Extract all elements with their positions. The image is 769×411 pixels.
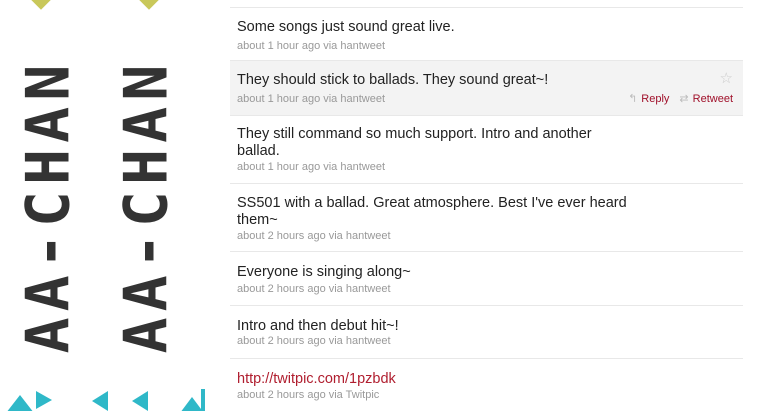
tweet-text: SS501 with a ballad. Great atmosphere. B… [237,195,627,228]
triangle-decoration [36,391,52,409]
reply-label: Reply [641,92,670,105]
tweet-item[interactable]: http://twitpic.com/1pzbdk about 2 hours … [230,359,743,411]
tweet-item[interactable]: Everyone is singing along~ about 2 hours… [230,252,743,306]
bar-decoration [201,389,205,411]
tweet-item[interactable]: SS501 with a ballad. Great atmosphere. B… [230,184,743,252]
tweet-item[interactable]: Intro and then debut hit~! about 2 hours… [230,306,743,359]
tweet-meta: about 1 hour ago via hantweet [237,93,386,105]
triangle-decoration [132,391,148,411]
reply-arrow-icon: ↰ [628,93,638,105]
tweet-item[interactable]: They should stick to ballads. They sound… [230,61,743,116]
tweet-text: Some songs just sound great live. [237,19,455,35]
tweet-text: Everyone is singing along~ [237,264,411,280]
tweet-actions: ↰ Reply ⇄ Retweet [628,92,733,106]
tweet-timeline: Some songs just sound great live. about … [230,0,743,411]
banner-vertical-text: AA-CHAN [13,58,83,353]
tweet-meta: about 2 hours ago via hantweet [237,283,391,295]
triangle-decoration [92,391,108,411]
retweet-button[interactable]: ⇄ Retweet [679,92,733,106]
retweet-icon: ⇄ [679,93,689,105]
tweet-item[interactable]: They still command so much support. Intr… [230,116,743,184]
tweet-meta: about 1 hour ago via hantweet [237,161,386,173]
triangle-decoration [6,395,34,411]
tweet-text: They should stick to ballads. They sound… [237,72,549,88]
tweet-item[interactable]: Some songs just sound great live. about … [230,8,743,61]
tweet-meta: about 1 hour ago via hantweet [237,40,386,52]
favorite-star-icon[interactable]: ☆ [720,69,733,87]
decorative-banner: AA-CHAN AA-CHAN [0,0,222,411]
banner-vertical-text: AA-CHAN [111,58,181,353]
tweet-text: Intro and then debut hit~! [237,318,399,334]
retweet-label: Retweet [692,92,733,105]
tweet-link[interactable]: http://twitpic.com/1pzbdk [237,371,667,388]
tweet-meta: about 2 hours ago via Twitpic [237,389,380,401]
tweet-meta: about 2 hours ago via hantweet [237,230,391,242]
tweet-meta: about 2 hours ago via hantweet [237,335,391,347]
reply-button[interactable]: ↰ Reply [628,92,670,106]
tweet-text: They still command so much support. Intr… [237,126,592,159]
